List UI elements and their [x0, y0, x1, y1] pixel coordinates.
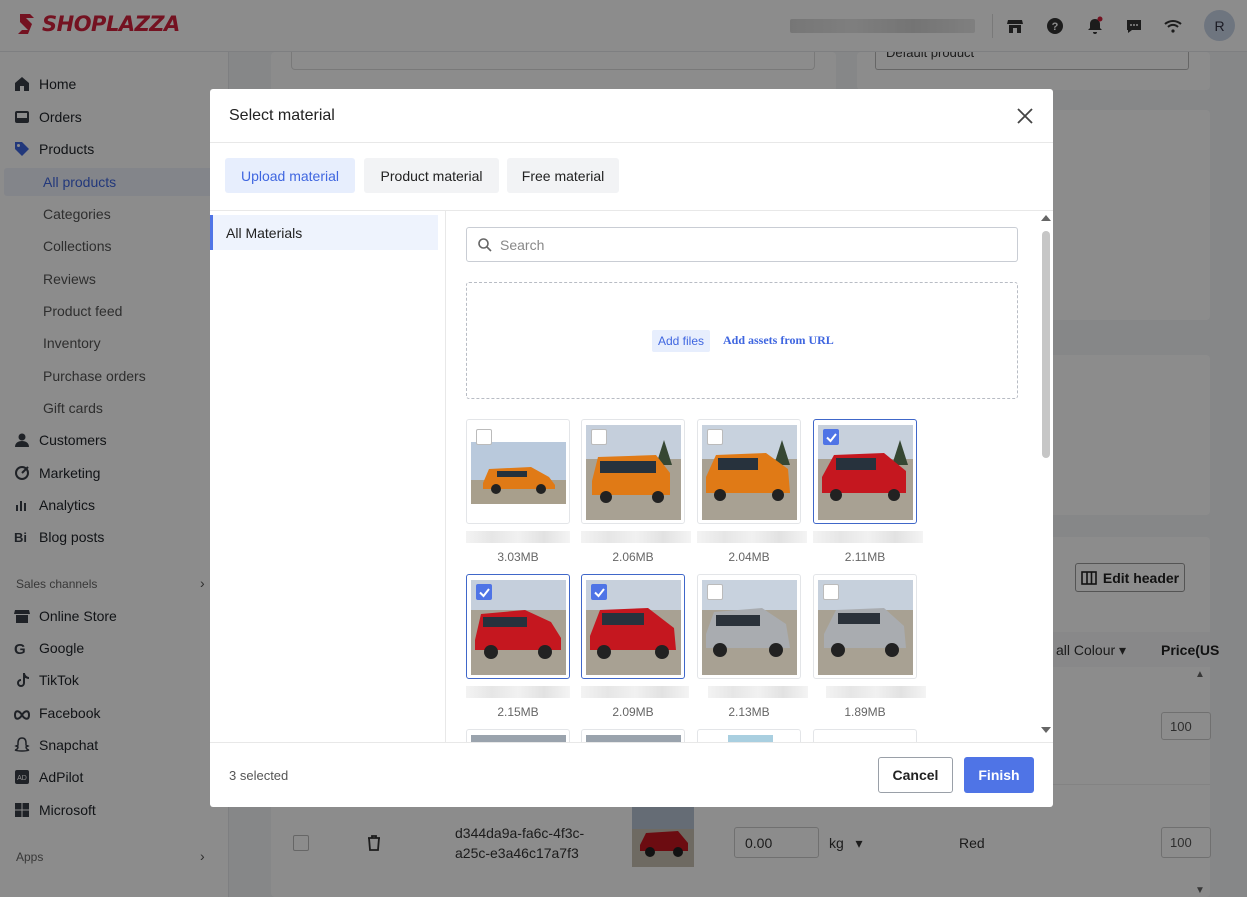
- tile-checkbox[interactable]: [476, 429, 492, 445]
- material-tile[interactable]: [813, 574, 917, 679]
- folder-all-materials[interactable]: All Materials: [210, 215, 438, 250]
- tab-product-material[interactable]: Product material: [364, 158, 499, 193]
- file-name-blurred: [466, 531, 570, 543]
- material-tile[interactable]: [697, 729, 801, 742]
- tile-checkbox[interactable]: [476, 584, 492, 600]
- finish-button[interactable]: Finish: [964, 757, 1034, 793]
- file-name-blurred: [826, 686, 926, 698]
- file-name-blurred: [708, 686, 808, 698]
- tile-checkbox[interactable]: [707, 584, 723, 600]
- upload-dropzone[interactable]: Add files Add assets from URL: [466, 282, 1018, 399]
- scroll-up-icon[interactable]: [1041, 215, 1051, 221]
- file-size: 2.09MB: [612, 705, 654, 719]
- materials-pane: Add files Add assets from URL: [446, 211, 1053, 742]
- folder-pane: All Materials: [210, 211, 446, 742]
- material-tile[interactable]: [466, 419, 570, 524]
- file-size: 2.04MB: [728, 550, 770, 564]
- check-icon: [826, 433, 837, 443]
- add-files-button[interactable]: Add files: [652, 330, 711, 352]
- check-icon: [479, 588, 490, 598]
- file-size: 3.03MB: [497, 550, 539, 564]
- scroll-down-icon[interactable]: [1041, 727, 1051, 733]
- material-tile[interactable]: [581, 729, 685, 742]
- file-size: 1.89MB: [844, 705, 886, 719]
- add-assets-from-url-link[interactable]: Add assets from URL: [723, 333, 834, 348]
- file-size: 2.06MB: [612, 550, 654, 564]
- tile-checkbox[interactable]: [707, 429, 723, 445]
- materials-scrollbar[interactable]: [1039, 211, 1053, 742]
- tile-checkbox[interactable]: [823, 429, 839, 445]
- search-box: [466, 227, 1018, 262]
- file-name-blurred: [581, 686, 689, 698]
- dialog-title: Select material: [229, 107, 335, 124]
- material-tile[interactable]: [581, 419, 685, 524]
- material-tile[interactable]: [581, 574, 685, 679]
- file-name-blurred: [581, 531, 691, 543]
- tab-free-material[interactable]: Free material: [507, 158, 619, 193]
- select-material-dialog: Select material Upload material Product …: [210, 89, 1053, 807]
- car-thumbnail: [586, 735, 681, 742]
- image-thumbnail: [728, 735, 773, 742]
- material-tile[interactable]: [466, 574, 570, 679]
- tile-checkbox[interactable]: [591, 429, 607, 445]
- material-tile[interactable]: [813, 729, 917, 742]
- material-tile[interactable]: [813, 419, 917, 524]
- file-name-blurred: [813, 531, 923, 543]
- search-input[interactable]: [500, 235, 1000, 255]
- dialog-footer: 3 selected Cancel Finish: [210, 742, 1053, 807]
- tab-upload-material[interactable]: Upload material: [225, 158, 355, 193]
- close-icon[interactable]: [1015, 106, 1035, 126]
- scroll-thumb[interactable]: [1042, 231, 1050, 458]
- tile-checkbox[interactable]: [591, 584, 607, 600]
- material-tabs: Upload material Product material Free ma…: [210, 143, 1053, 211]
- file-size: 2.11MB: [844, 550, 886, 564]
- material-tile[interactable]: [466, 729, 570, 742]
- file-size: 2.13MB: [728, 705, 770, 719]
- tile-checkbox[interactable]: [823, 584, 839, 600]
- file-name-blurred: [466, 686, 570, 698]
- material-tile[interactable]: [697, 419, 801, 524]
- dialog-header: Select material: [210, 89, 1053, 143]
- file-size: 2.15MB: [497, 705, 539, 719]
- car-thumbnail: [471, 735, 566, 742]
- file-name-blurred: [697, 531, 807, 543]
- search-icon: [478, 238, 492, 252]
- check-icon: [594, 588, 605, 598]
- cancel-button[interactable]: Cancel: [878, 757, 953, 793]
- material-tile[interactable]: [697, 574, 801, 679]
- selected-count: 3 selected: [229, 768, 289, 783]
